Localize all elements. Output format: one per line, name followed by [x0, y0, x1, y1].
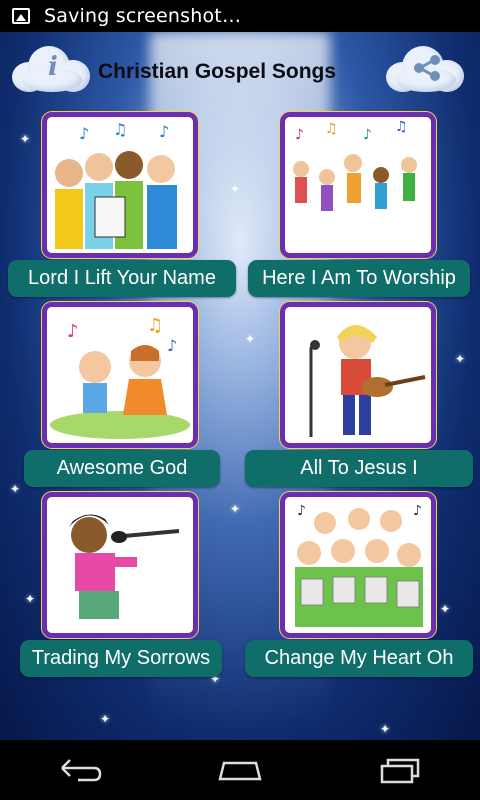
info-button[interactable]: i	[12, 42, 92, 94]
recents-icon	[380, 758, 420, 784]
star-decoration: ✦	[230, 182, 241, 196]
star-decoration: ✦	[455, 352, 466, 366]
svg-text:♫: ♫	[325, 121, 338, 137]
app-screen: ✦ ✦ ✦ ✦ ✦ ✦ ✦ ✦ ✦ ✦ ✦ ✦ i Christian Gosp…	[0, 32, 480, 740]
dancing-kids-illustration: ♪ ♫ ♪ ♫	[285, 117, 431, 253]
star-decoration: ✦	[245, 332, 256, 346]
star-decoration: ✦	[10, 482, 21, 496]
star-decoration: ✦	[25, 592, 36, 606]
star-decoration: ✦	[230, 502, 241, 516]
navigation-bar	[0, 740, 480, 800]
svg-text:♫: ♫	[395, 119, 408, 135]
app-header: i Christian Gospel Songs	[0, 32, 480, 110]
home-icon	[218, 761, 262, 781]
svg-text:♫: ♫	[113, 120, 127, 139]
song-image-change-my-heart-oh[interactable]: ♪ ♪	[280, 492, 436, 638]
star-decoration: ✦	[440, 602, 451, 616]
song-button-4[interactable]: All To Jesus I	[245, 450, 473, 487]
svg-text:♪: ♪	[159, 122, 169, 141]
song-button-5[interactable]: Trading My Sorrows	[20, 640, 222, 677]
svg-text:♫: ♫	[147, 315, 163, 336]
svg-text:♪: ♪	[79, 124, 89, 143]
song-image-here-i-am-to-worship[interactable]: ♪ ♫ ♪ ♫	[280, 112, 436, 258]
girl-with-microphone-illustration	[47, 497, 193, 633]
song-image-all-to-jesus-i[interactable]	[280, 302, 436, 448]
share-button[interactable]	[386, 42, 466, 94]
status-notification-text: Saving screenshot…	[44, 5, 242, 27]
svg-text:♪: ♪	[413, 503, 422, 519]
back-button[interactable]	[50, 750, 110, 790]
song-button-1[interactable]: Lord I Lift Your Name	[8, 260, 236, 297]
svg-text:♪: ♪	[297, 503, 306, 519]
choir-illustration: ♪ ♪	[285, 497, 431, 633]
song-button-3[interactable]: Awesome God	[24, 450, 220, 487]
song-image-awesome-god[interactable]: ♪ ♫ ♪	[42, 302, 198, 448]
two-kids-singing-illustration: ♪ ♫ ♪	[47, 307, 193, 443]
song-image-lord-i-lift-your-name[interactable]: ♪ ♫ ♪	[42, 112, 198, 258]
svg-text:♪: ♪	[295, 127, 304, 143]
song-button-6[interactable]: Change My Heart Oh	[245, 640, 473, 677]
song-button-2[interactable]: Here I Am To Worship	[248, 260, 470, 297]
share-icon	[414, 55, 440, 81]
svg-text:♪: ♪	[67, 321, 79, 342]
singing-group-illustration: ♪ ♫ ♪	[47, 117, 193, 253]
info-icon: i	[48, 52, 58, 82]
back-icon	[61, 759, 102, 782]
svg-text:♪: ♪	[167, 336, 177, 355]
star-decoration: ✦	[100, 712, 111, 726]
guitar-singer-illustration	[285, 307, 431, 443]
recents-button[interactable]	[370, 750, 430, 790]
song-image-trading-my-sorrows[interactable]	[42, 492, 198, 638]
star-decoration: ✦	[380, 722, 391, 736]
page-title: Christian Gospel Songs	[98, 60, 337, 83]
star-decoration: ✦	[20, 132, 31, 146]
status-bar: Saving screenshot…	[0, 0, 480, 32]
home-button[interactable]	[210, 750, 270, 790]
svg-text:♪: ♪	[363, 127, 372, 143]
image-notification-icon	[12, 8, 30, 24]
